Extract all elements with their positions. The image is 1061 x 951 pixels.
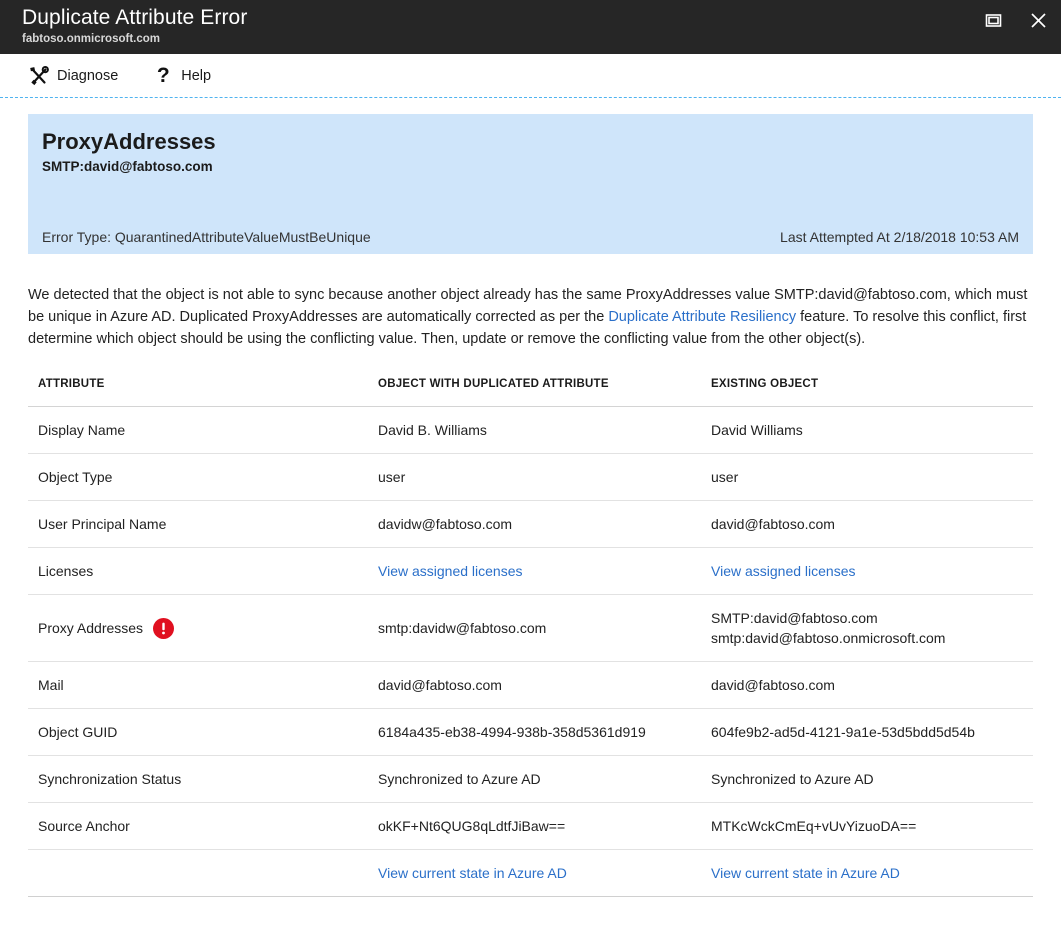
cell-attribute: Source Anchor [28,802,368,850]
proxy-address-line-1: SMTP:david@fabtoso.com [711,610,878,626]
cell-attribute: Object Type [28,453,368,501]
view-current-state-link-existing[interactable]: View current state in Azure AD [711,865,900,881]
diagnose-label: Diagnose [57,67,119,84]
table-row: Display Name David B. Williams David Wil… [28,406,1033,454]
column-header-existing-object: EXISTING OBJECT [701,378,1033,407]
restore-icon [985,12,1002,29]
cell-duplicated: David B. Williams [368,406,701,454]
view-assigned-licenses-link-duplicated[interactable]: View assigned licenses [378,563,523,579]
cell-existing: Synchronized to Azure AD [701,755,1033,803]
table-row: Licenses View assigned licenses View ass… [28,547,1033,595]
panel-footer: Error Type: QuarantinedAttributeValueMus… [42,229,1019,245]
cell-attribute-label: Proxy Addresses [38,620,144,636]
table-row: View current state in Azure AD View curr… [28,849,1033,897]
cell-attribute: Licenses [28,547,368,595]
attribute-comparison-table: ATTRIBUTE OBJECT WITH DUPLICATED ATTRIBU… [28,378,1033,897]
table-row: Source Anchor okKF+Nt6QUG8qLdtfJiBaw== M… [28,802,1033,850]
question-mark-icon: ? [152,65,174,87]
column-header-attribute: ATTRIBUTE [28,378,368,407]
table-row: User Principal Name davidw@fabtoso.com d… [28,500,1033,548]
cell-attribute: Synchronization Status [28,755,368,803]
error-icon [153,617,175,639]
close-window-button[interactable] [1016,3,1061,37]
cell-existing: david@fabtoso.com [701,661,1033,709]
cell-attribute: Mail [28,661,368,709]
cell-duplicated: david@fabtoso.com [368,661,701,709]
cell-existing: SMTP:david@fabtoso.com smtp:david@fabtos… [701,594,1033,662]
cell-existing: user [701,453,1033,501]
duplicate-attribute-resiliency-link[interactable]: Duplicate Attribute Resiliency [608,309,796,325]
window-controls [971,0,1061,40]
cell-duplicated: Synchronized to Azure AD [368,755,701,803]
column-header-duplicated-object: OBJECT WITH DUPLICATED ATTRIBUTE [368,378,701,407]
view-current-state-link-duplicated[interactable]: View current state in Azure AD [378,865,567,881]
table-body: Display Name David B. Williams David Wil… [28,406,1033,897]
table-header-row: ATTRIBUTE OBJECT WITH DUPLICATED ATTRIBU… [28,378,1033,407]
window-subtitle: fabtoso.onmicrosoft.com [22,33,161,45]
table-row: Mail david@fabtoso.com david@fabtoso.com [28,661,1033,709]
attribute-name-title: ProxyAddresses [42,129,216,154]
proxy-address-line-2: smtp:david@fabtoso.onmicrosoft.com [711,630,946,646]
cell-attribute: User Principal Name [28,500,368,548]
table-row: Synchronization Status Synchronized to A… [28,755,1033,803]
cell-duplicated: smtp:davidw@fabtoso.com [368,594,701,662]
cell-existing: 604fe9b2-ad5d-4121-9a1e-53d5bdd5d54b [701,708,1033,756]
last-attempted-text: Last Attempted At 2/18/2018 10:53 AM [780,229,1019,245]
cell-attribute: Display Name [28,406,368,454]
help-label: Help [181,67,212,84]
view-assigned-licenses-link-existing[interactable]: View assigned licenses [711,563,856,579]
error-description: We detected that the object is not able … [28,284,1028,350]
cell-duplicated: davidw@fabtoso.com [368,500,701,548]
cell-attribute [28,849,368,897]
cell-existing: david@fabtoso.com [701,500,1033,548]
error-summary-panel: ProxyAddresses SMTP:david@fabtoso.com Er… [28,114,1033,254]
cell-duplicated: View assigned licenses [368,547,701,595]
cell-attribute: Proxy Addresses [28,594,368,662]
close-icon [1029,11,1048,30]
error-type-text: Error Type: QuarantinedAttributeValueMus… [42,229,371,245]
command-toolbar: Diagnose ? Help [0,54,1061,98]
table-row: Proxy Addresses smtp:davidw@fabtoso.com … [28,594,1033,662]
table-row: Object Type user user [28,453,1033,501]
window-title: Duplicate Attribute Error [22,6,248,29]
window-titlebar: Duplicate Attribute Error fabtoso.onmicr… [0,0,1061,54]
cell-existing: David Williams [701,406,1033,454]
help-glyph: ? [156,64,170,87]
help-button[interactable]: ? Help [152,65,211,87]
summary-panel-wrapper: ProxyAddresses SMTP:david@fabtoso.com Er… [0,98,1061,254]
diagnose-button[interactable]: Diagnose [28,65,118,87]
restore-window-button[interactable] [971,3,1016,37]
cell-existing: MTKcWckCmEq+vUvYizuoDA== [701,802,1033,850]
tools-icon [28,65,50,87]
cell-duplicated: okKF+Nt6QUG8qLdtfJiBaw== [368,802,701,850]
cell-attribute: Object GUID [28,708,368,756]
attribute-value-subtitle: SMTP:david@fabtoso.com [42,159,213,174]
cell-duplicated: user [368,453,701,501]
table-row: Object GUID 6184a435-eb38-4994-938b-358d… [28,708,1033,756]
cell-duplicated: View current state in Azure AD [368,849,701,897]
cell-existing: View assigned licenses [701,547,1033,595]
cell-duplicated: 6184a435-eb38-4994-938b-358d5361d919 [368,708,701,756]
cell-existing: View current state in Azure AD [701,849,1033,897]
table-header: ATTRIBUTE OBJECT WITH DUPLICATED ATTRIBU… [28,378,1033,407]
